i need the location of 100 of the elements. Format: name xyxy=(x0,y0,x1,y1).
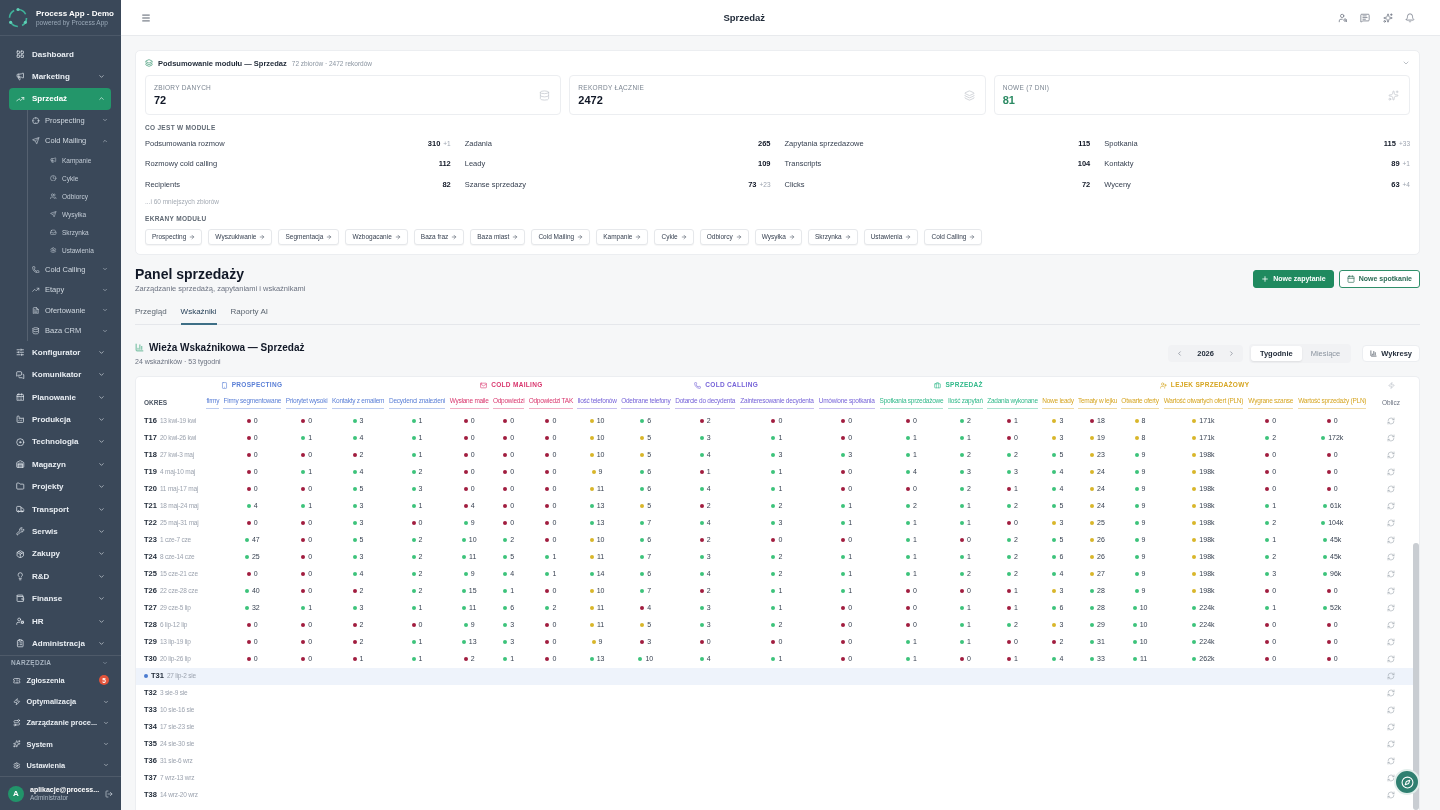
arrow-right-icon xyxy=(635,233,642,240)
arrow-right-icon xyxy=(735,233,742,240)
refresh-icon[interactable] xyxy=(1387,655,1395,663)
refresh-icon[interactable] xyxy=(1387,740,1395,748)
arrow-right-icon xyxy=(844,233,851,240)
refresh-icon[interactable] xyxy=(1387,468,1395,476)
lightning-icon[interactable] xyxy=(1387,381,1395,389)
nav-item[interactable]: Transport xyxy=(9,497,111,521)
arrow-right-icon xyxy=(969,233,976,240)
phone-icon xyxy=(32,265,40,274)
page-heading: Sprzedaż xyxy=(723,12,766,23)
arrow-right-icon xyxy=(451,233,458,240)
settings-icon xyxy=(50,246,57,254)
clipboard-icon xyxy=(16,639,25,648)
arrow-right-icon xyxy=(512,233,519,240)
user-search-icon[interactable] xyxy=(1337,12,1348,23)
refresh-icon[interactable] xyxy=(1387,451,1395,459)
layers-icon xyxy=(963,89,975,101)
chevron-down-icon[interactable] xyxy=(1402,59,1410,67)
refresh-icon[interactable] xyxy=(1387,621,1395,629)
database-icon xyxy=(32,327,40,335)
calendar-icon xyxy=(1346,274,1355,283)
nav-item[interactable]: HR xyxy=(9,609,111,633)
sparkles-icon[interactable] xyxy=(1382,12,1393,23)
refresh-icon[interactable] xyxy=(1387,519,1395,527)
user-avatar: A xyxy=(8,785,24,802)
refresh-icon[interactable] xyxy=(1387,502,1395,510)
smartphone-icon xyxy=(220,381,228,389)
nav-item[interactable]: Marketing xyxy=(9,65,111,88)
stat-value: 2472 xyxy=(578,94,604,106)
arrow-right-icon xyxy=(788,233,795,240)
database-icon xyxy=(539,89,551,101)
nav-item[interactable]: Projekty xyxy=(9,475,111,498)
lightning-icon xyxy=(13,697,21,706)
chevron-down-icon[interactable] xyxy=(102,659,108,666)
compass-icon xyxy=(1400,775,1414,789)
chevron-left-icon[interactable] xyxy=(1176,349,1184,357)
package-icon xyxy=(16,549,25,559)
section-title: Wieża Wskaźnikowa — Sprzedaż xyxy=(149,342,305,353)
menu-icon[interactable] xyxy=(141,12,151,23)
sparkles-icon xyxy=(13,740,21,748)
trend-up-icon xyxy=(32,286,40,294)
wallet-icon xyxy=(16,594,25,603)
arrow-right-icon xyxy=(189,233,196,240)
nav-item[interactable]: Komunikator xyxy=(9,363,111,386)
refresh-icon[interactable] xyxy=(1387,570,1395,578)
bar-chart-icon xyxy=(1370,349,1378,357)
nav-item[interactable]: Sprzedaż xyxy=(9,87,111,111)
page-title: Panel sprzedaży xyxy=(135,265,245,282)
arrow-right-icon xyxy=(394,233,401,240)
folder-icon xyxy=(16,482,25,491)
bell-icon[interactable] xyxy=(1405,12,1415,23)
refresh-icon[interactable] xyxy=(1387,536,1395,544)
crosshair-icon xyxy=(32,116,40,125)
inbox-icon xyxy=(50,228,57,236)
refresh-icon[interactable] xyxy=(1387,774,1395,782)
nav-item[interactable]: Dashboard xyxy=(9,43,111,66)
arrow-right-icon xyxy=(680,233,687,240)
chevron-right-icon[interactable] xyxy=(1227,349,1235,357)
wrench-icon xyxy=(16,527,25,536)
sparkles-icon xyxy=(1388,89,1399,101)
route-icon xyxy=(13,719,21,727)
refresh-icon[interactable] xyxy=(1387,672,1395,680)
phone-icon xyxy=(694,381,702,389)
app-name: Process App - Demo xyxy=(36,9,114,18)
refresh-icon[interactable] xyxy=(1387,706,1395,714)
briefcase-icon xyxy=(934,381,942,389)
nav-item[interactable]: Serwis xyxy=(9,520,111,543)
arrow-right-icon xyxy=(905,233,912,240)
mail-icon xyxy=(480,381,488,389)
refresh-icon[interactable] xyxy=(1387,587,1395,595)
refresh-icon[interactable] xyxy=(1387,638,1395,646)
warehouse-icon xyxy=(16,460,25,469)
nav-item[interactable]: Administracja xyxy=(9,632,111,655)
refresh-icon[interactable] xyxy=(1387,434,1395,442)
tab[interactable]: Wskaźniki xyxy=(180,300,217,325)
refresh-icon[interactable] xyxy=(1387,689,1395,697)
megaphone-icon xyxy=(50,156,57,164)
current-week-dot xyxy=(144,674,148,678)
send-icon xyxy=(32,137,40,145)
refresh-icon[interactable] xyxy=(1387,553,1395,561)
refresh-icon[interactable] xyxy=(1387,757,1395,765)
refresh-icon[interactable] xyxy=(1387,417,1395,425)
nav-item[interactable]: R&D xyxy=(9,565,111,588)
tab[interactable]: Raporty AI xyxy=(230,300,268,325)
nav-item[interactable]: Planowanie xyxy=(9,385,111,409)
nav-item[interactable]: Magazyn xyxy=(9,453,111,476)
refresh-icon[interactable] xyxy=(1387,485,1395,493)
refresh-icon[interactable] xyxy=(1387,604,1395,612)
message-icon[interactable] xyxy=(1360,12,1370,23)
nav-item[interactable]: Konfigurator xyxy=(9,341,111,364)
logout-icon[interactable] xyxy=(105,789,113,798)
nav-item[interactable]: Zakupy xyxy=(9,542,111,566)
tab[interactable]: Przegląd xyxy=(135,300,167,325)
nav-item[interactable]: Produkcja xyxy=(9,408,111,431)
refresh-icon[interactable] xyxy=(1387,791,1395,799)
user-plus-icon xyxy=(1159,381,1167,389)
nav-item[interactable]: Finanse xyxy=(9,587,111,610)
nav-item[interactable]: Technologia xyxy=(9,430,111,454)
refresh-icon[interactable] xyxy=(1387,723,1395,731)
